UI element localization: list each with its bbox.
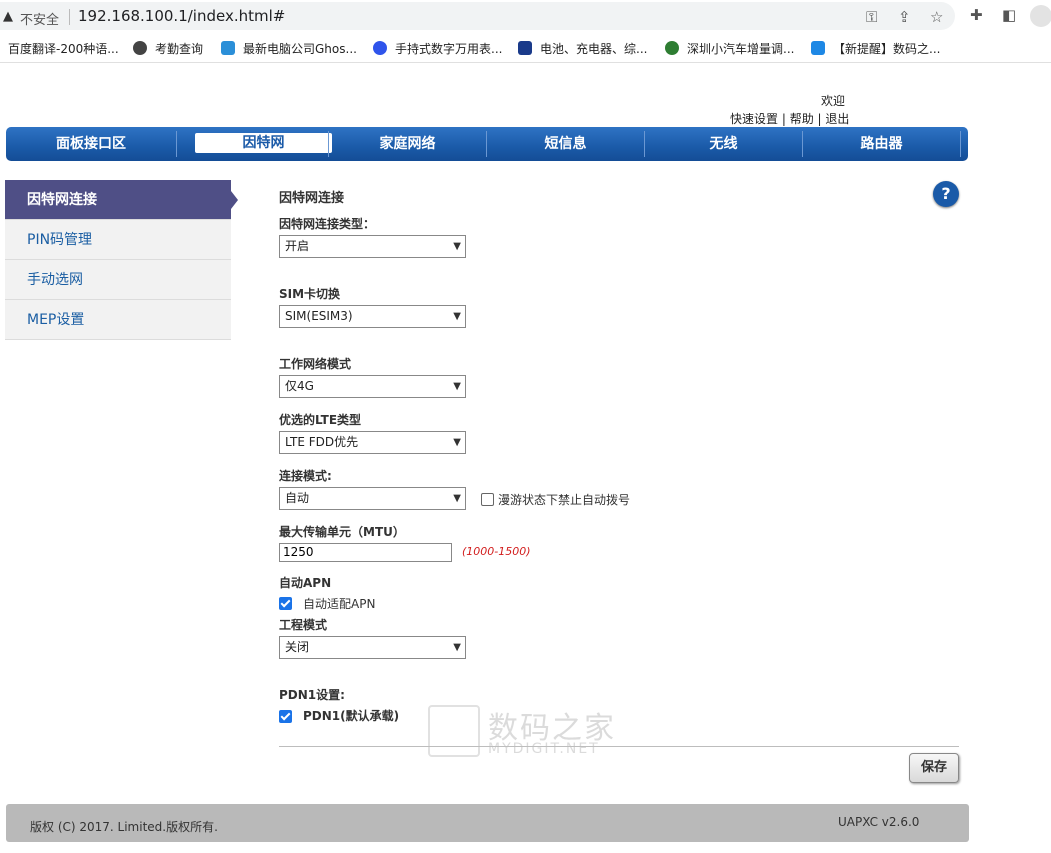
- mtu-label: 最大传输单元（MTU）: [279, 525, 405, 539]
- sim-switch-select[interactable]: SIM(ESIM3) ▼: [279, 305, 466, 328]
- connect-mode-select[interactable]: 自动 ▼: [279, 487, 466, 510]
- header-links: 快速设置 | 帮助 | 退出: [730, 110, 849, 127]
- chevron-down-icon: ▼: [453, 381, 461, 392]
- sidebar-item-manual-network[interactable]: 手动选网: [5, 260, 231, 300]
- nav-divider: [176, 131, 177, 157]
- sidepanel-icon[interactable]: ◧: [1002, 6, 1016, 24]
- home-icon: [811, 41, 825, 55]
- sidebar-active-arrow: [231, 191, 238, 209]
- sidebar-item-mep[interactable]: MEP设置: [5, 300, 231, 340]
- bookmark-item[interactable]: 手持式数字万用表...: [373, 40, 502, 57]
- nav-router[interactable]: 路由器: [803, 127, 960, 161]
- quick-setup-link[interactable]: 快速设置: [730, 112, 778, 126]
- logout-link[interactable]: 退出: [825, 112, 849, 126]
- help-icon[interactable]: ?: [933, 181, 959, 207]
- chevron-down-icon: ▼: [453, 241, 461, 252]
- security-label[interactable]: 不安全: [20, 9, 59, 28]
- bookmark-label: 最新电脑公司Ghos...: [243, 42, 357, 56]
- bookmark-label: 电池、充电器、综...: [540, 42, 648, 56]
- roaming-checkbox[interactable]: [481, 493, 494, 506]
- welcome-text: 欢迎: [821, 94, 846, 108]
- select-value: 仅4G: [285, 379, 314, 393]
- address-separator: [69, 9, 70, 25]
- auto-apn-label: 自动APN: [279, 576, 332, 590]
- connection-type-select[interactable]: 开启 ▼: [279, 235, 466, 258]
- version-text: UAPXC v2.6.0: [838, 815, 920, 829]
- bookmark-label: 考勤查询: [155, 42, 204, 56]
- select-value: 关闭: [285, 640, 310, 654]
- nav-home-network[interactable]: 家庭网络: [329, 127, 486, 161]
- watermark-en: MYDIGIT.NET: [488, 741, 600, 757]
- pdn1-check-label: PDN1(默认承载): [303, 709, 400, 723]
- roaming-label: 漫游状态下禁止自动拨号: [498, 493, 631, 507]
- bookmark-icon: [221, 41, 235, 55]
- pdn1-checkbox[interactable]: [279, 710, 292, 723]
- nav-sms[interactable]: 短信息: [487, 127, 644, 161]
- divider: [279, 746, 959, 747]
- globe-icon: [665, 41, 679, 55]
- watermark-logo-icon: [428, 705, 480, 757]
- pdn1-label: PDN1设置:: [279, 688, 345, 702]
- chevron-down-icon: ▼: [453, 493, 461, 504]
- save-button[interactable]: 保存: [909, 753, 959, 783]
- bookmarks-bar: 百度翻译-200种语... 考勤查询 最新电脑公司Ghos... 手持式数字万用…: [0, 34, 1051, 63]
- globe-icon: [133, 41, 147, 55]
- select-value: SIM(ESIM3): [285, 309, 353, 323]
- select-value: LTE FDD优先: [285, 435, 359, 449]
- connect-mode-label: 连接模式:: [279, 469, 332, 483]
- network-mode-select[interactable]: 仅4G ▼: [279, 375, 466, 398]
- bookmark-item[interactable]: 最新电脑公司Ghos...: [221, 40, 357, 57]
- paw-icon: [373, 41, 387, 55]
- link-separator: |: [813, 112, 826, 126]
- address-bar[interactable]: ▲ 不安全 192.168.100.1/index.html# ⚿ ⇪ ☆: [0, 2, 955, 30]
- watermark: 数码之家 MYDIGIT.NET: [428, 703, 623, 761]
- bookmark-label: 深圳小汽车增量调...: [687, 42, 795, 56]
- profile-avatar[interactable]: [1030, 5, 1051, 27]
- mtu-input[interactable]: 1250: [279, 543, 452, 562]
- auto-apn-check-label: 自动适配APN: [303, 597, 376, 611]
- bookmark-label: 【新提醒】数码之...: [833, 42, 941, 56]
- sidebar-item-pin[interactable]: PIN码管理: [5, 220, 231, 260]
- warning-icon[interactable]: ▲: [3, 9, 13, 24]
- extensions-icon[interactable]: ✚: [970, 6, 983, 24]
- star-icon[interactable]: ☆: [930, 8, 943, 26]
- key-icon[interactable]: ⚿: [866, 8, 877, 26]
- select-value: 开启: [285, 239, 310, 253]
- select-value: 自动: [285, 491, 310, 505]
- share-icon[interactable]: ⇪: [898, 8, 911, 26]
- mtu-range-hint: (1000-1500): [462, 545, 531, 558]
- browser-toolbar: ▲ 不安全 192.168.100.1/index.html# ⚿ ⇪ ☆ ✚ …: [0, 0, 1051, 32]
- bookmark-item[interactable]: 考勤查询: [133, 40, 203, 57]
- main-nav: 面板接口区 因特网 家庭网络 短信息 无线 路由器: [6, 127, 968, 161]
- lte-type-label: 优选的LTE类型: [279, 413, 362, 427]
- help-link[interactable]: 帮助: [790, 112, 814, 126]
- chevron-down-icon: ▼: [453, 437, 461, 448]
- bookmark-item[interactable]: 百度翻译-200种语...: [8, 40, 119, 57]
- link-separator: |: [778, 112, 790, 126]
- nav-divider: [960, 131, 961, 157]
- bookmark-item[interactable]: 深圳小汽车增量调...: [665, 40, 794, 57]
- connection-type-label: 因特网连接类型：: [279, 217, 376, 231]
- section-title: 因特网连接: [279, 191, 345, 206]
- engineering-mode-label: 工程模式: [279, 618, 328, 632]
- sidebar-item-internet-connection[interactable]: 因特网连接: [5, 180, 231, 220]
- footer: 版权 (C) 2017. Limited.版权所有. UAPXC v2.6.0: [6, 804, 969, 842]
- url-text[interactable]: 192.168.100.1/index.html#: [78, 7, 285, 25]
- nav-panel-interface[interactable]: 面板接口区: [6, 127, 176, 161]
- auto-apn-checkbox[interactable]: [279, 597, 292, 610]
- engineering-mode-select[interactable]: 关闭 ▼: [279, 636, 466, 659]
- chevron-down-icon: ▼: [453, 642, 461, 653]
- sim-switch-label: SIM卡切换: [279, 287, 341, 301]
- bookmark-icon: [518, 41, 532, 55]
- bookmark-label: 百度翻译-200种语...: [8, 42, 119, 56]
- network-mode-label: 工作网络模式: [279, 357, 352, 371]
- bookmark-item[interactable]: 电池、充电器、综...: [518, 40, 647, 57]
- bookmark-item[interactable]: 【新提醒】数码之...: [811, 40, 940, 57]
- lte-type-select[interactable]: LTE FDD优先 ▼: [279, 431, 466, 454]
- chevron-down-icon: ▼: [453, 311, 461, 322]
- nav-internet[interactable]: 因特网: [195, 133, 332, 153]
- copyright-text: 版权 (C) 2017. Limited.版权所有.: [30, 820, 218, 834]
- bookmark-label: 手持式数字万用表...: [395, 42, 503, 56]
- nav-wireless[interactable]: 无线: [645, 127, 802, 161]
